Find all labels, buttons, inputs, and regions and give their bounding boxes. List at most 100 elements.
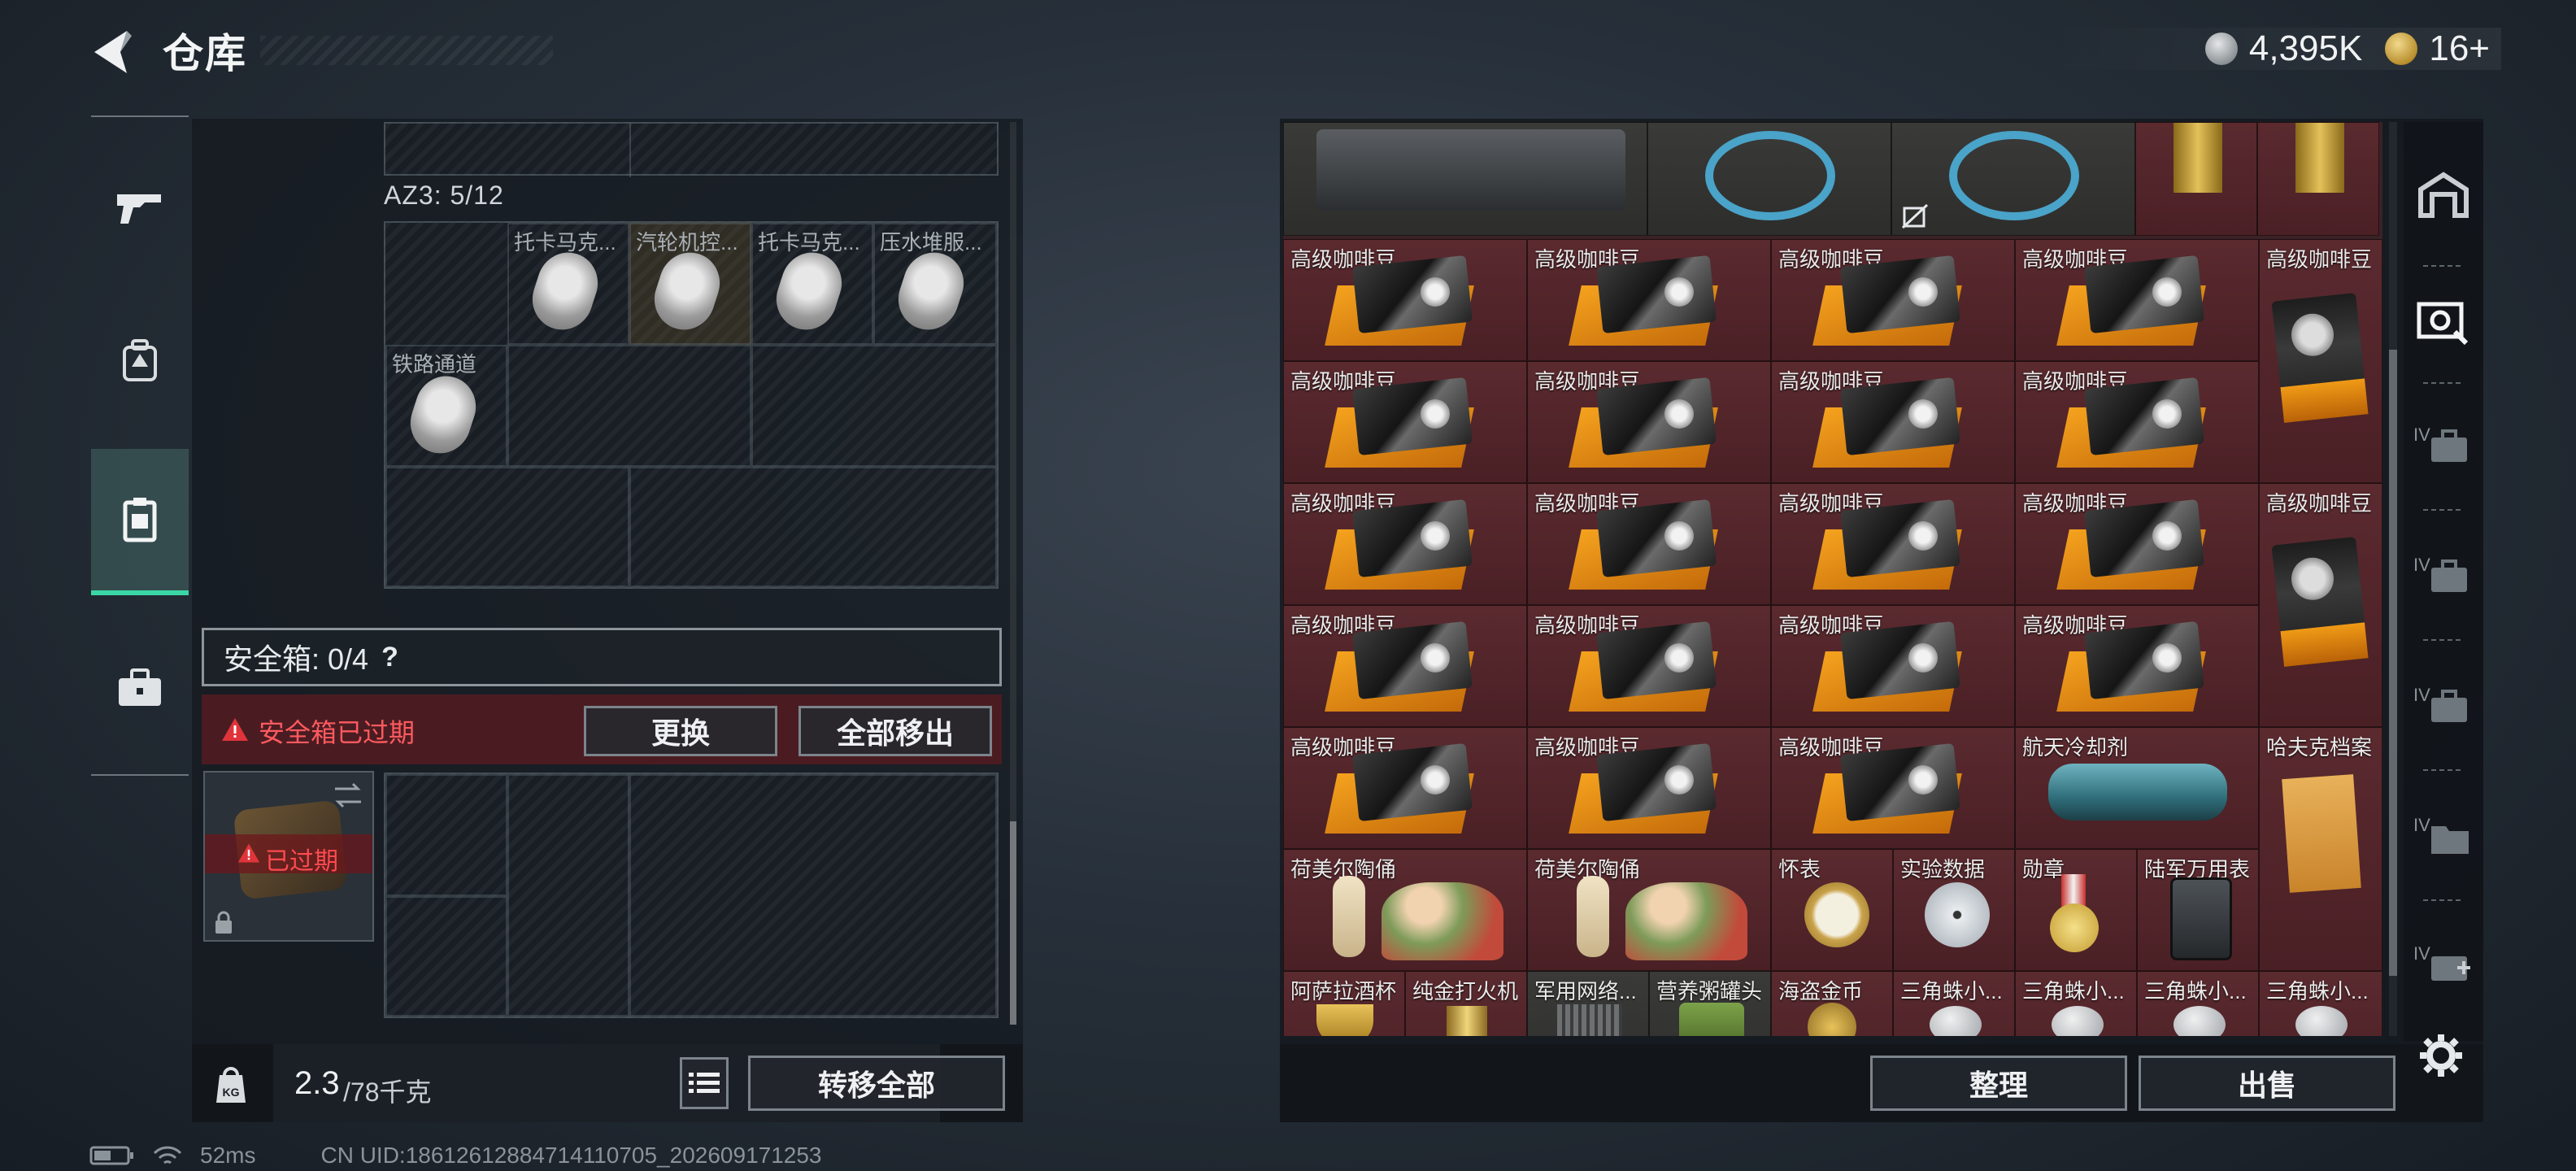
stash-item-coffee[interactable]: 高级咖啡豆 bbox=[1527, 239, 1771, 361]
stash-tab-1[interactable]: IV bbox=[2404, 390, 2483, 504]
stash-item-coffee[interactable]: 高级咖啡豆 bbox=[1771, 483, 2015, 605]
empty-slot[interactable] bbox=[751, 345, 997, 467]
stash-tab-search[interactable] bbox=[2404, 265, 2483, 379]
stash-item-coffee[interactable]: 高级咖啡豆 bbox=[1527, 727, 1771, 849]
stash-item-figurine[interactable]: 荷美尔陶俑 bbox=[1283, 849, 1527, 971]
stash-item-coffee[interactable]: 高级咖啡豆 bbox=[1771, 239, 2015, 361]
empty-slot[interactable] bbox=[507, 774, 629, 1016]
page-title: 仓库 bbox=[163, 31, 247, 76]
back-arrow-icon bbox=[94, 31, 132, 73]
stash-tab-3[interactable]: IV bbox=[2404, 651, 2483, 764]
stash-tab-add[interactable]: IV bbox=[2404, 909, 2483, 1023]
weight-icon: KG bbox=[216, 1067, 246, 1103]
stash-item[interactable] bbox=[2257, 122, 2379, 236]
stash-item-coffee[interactable]: 高级咖啡豆 bbox=[1527, 483, 1771, 605]
nav-container[interactable] bbox=[91, 449, 189, 595]
nav-equipment-case[interactable] bbox=[91, 615, 189, 761]
stash-item-coffee[interactable]: 高级咖啡豆 bbox=[2015, 361, 2259, 483]
stash-item-coffee[interactable]: 高级咖啡豆 bbox=[1527, 605, 1771, 727]
stash-item-coffee[interactable]: 高级咖啡豆 bbox=[1771, 727, 2015, 849]
folder-icon bbox=[2431, 826, 2469, 854]
stash-item-cup[interactable]: 阿萨拉酒杯 bbox=[1283, 971, 1405, 1036]
transfer-all-button[interactable]: 转移全部 bbox=[748, 1056, 1005, 1111]
empty-slot[interactable] bbox=[385, 467, 629, 587]
back-button[interactable] bbox=[88, 26, 137, 78]
stash-item-coffee[interactable]: 高级咖啡豆 bbox=[1283, 727, 1527, 849]
stash-item-coffee[interactable]: 高级咖啡豆 bbox=[1283, 361, 1527, 483]
stash-item-coffee[interactable]: 高级咖啡豆 bbox=[2259, 239, 2382, 483]
az3-item-slot[interactable]: 托卡马克... bbox=[751, 223, 873, 345]
stash-item-coolant[interactable]: 航天冷却剂 bbox=[2015, 727, 2259, 849]
sort-button[interactable]: 整理 bbox=[1870, 1056, 2127, 1111]
empty-slot[interactable] bbox=[385, 774, 507, 896]
list-icon bbox=[689, 1073, 720, 1093]
nav-weapons[interactable] bbox=[91, 133, 189, 280]
stash-item-lab-data[interactable]: 实验数据 bbox=[1893, 849, 2015, 971]
empty-slot[interactable] bbox=[629, 467, 997, 587]
stash-item-coffee[interactable]: 高级咖啡豆 bbox=[1771, 361, 2015, 483]
stash-item-coffee[interactable]: 高级咖啡豆 bbox=[1283, 239, 1527, 361]
swap-icon[interactable] bbox=[332, 781, 364, 810]
stash-item-coffee[interactable]: 高级咖啡豆 bbox=[1283, 605, 1527, 727]
az3-item-slot[interactable]: 铁路通道 bbox=[385, 345, 507, 467]
stash-item-lighter[interactable]: 纯金打火机 bbox=[1405, 971, 1527, 1036]
gold-triangle-coin-icon bbox=[2385, 33, 2418, 65]
stash-item[interactable] bbox=[1283, 122, 1647, 236]
stash-tab-4[interactable]: IV bbox=[2404, 781, 2483, 895]
sell-button[interactable]: 出售 bbox=[2139, 1056, 2395, 1111]
stash-tab-2[interactable]: IV bbox=[2404, 520, 2483, 634]
coffee-bean-icon bbox=[1812, 377, 1962, 472]
stash-item-multimeter[interactable]: 陆军万用表 bbox=[2137, 849, 2259, 971]
stash-item-triangle[interactable]: 三角蛛小... bbox=[2259, 971, 2382, 1036]
stash-item-file[interactable]: 哈夫克档案 bbox=[2259, 727, 2382, 971]
replace-button[interactable]: 更换 bbox=[584, 706, 777, 756]
right-bottom-bar: 整理 出售 bbox=[1280, 1044, 2483, 1122]
stash-item-can[interactable]: 营养粥罐头 bbox=[1649, 971, 1771, 1036]
az3-item-slot[interactable]: 汽轮机控... bbox=[629, 223, 751, 345]
stash-grid: 高级咖啡豆 高级咖啡豆 高级咖啡豆 高级咖啡豆 高级咖啡豆 高级咖啡豆 高级咖啡… bbox=[1283, 122, 2382, 1036]
left-scrollbar-thumb[interactable] bbox=[1010, 821, 1016, 1025]
empty-slot[interactable] bbox=[629, 774, 997, 1016]
stash-item-triangle[interactable]: 三角蛛小... bbox=[1893, 971, 2015, 1036]
coffee-bean-icon bbox=[1325, 620, 1474, 716]
expired-badge: 已过期 bbox=[265, 848, 338, 875]
lock-icon bbox=[215, 911, 232, 934]
stash-tab-main[interactable] bbox=[2404, 138, 2483, 252]
stash-item-coin[interactable]: 海盗金币 bbox=[1771, 971, 1893, 1036]
stash-item-triangle[interactable]: 三角蛛小... bbox=[2015, 971, 2137, 1036]
coffee-bean-icon bbox=[1325, 742, 1474, 838]
silver-coin-value: 4,395K bbox=[2248, 28, 2363, 68]
stash-item-medal[interactable]: 勋章 bbox=[2015, 849, 2137, 971]
stash-item-coffee[interactable]: 高级咖啡豆 bbox=[2015, 239, 2259, 361]
coffee-bean-icon bbox=[1325, 255, 1474, 350]
stash-item-coffee[interactable]: 高级咖啡豆 bbox=[1283, 483, 1527, 605]
stash-item-pocket-watch[interactable]: 怀表 bbox=[1771, 849, 1893, 971]
move-all-out-button[interactable]: 全部移出 bbox=[798, 706, 992, 756]
right-scrollbar-thumb[interactable] bbox=[2389, 350, 2397, 976]
az3-item-slot[interactable]: 压水堆服... bbox=[873, 223, 997, 345]
stash-item-coffee[interactable]: 高级咖啡豆 bbox=[1771, 605, 2015, 727]
stash-item-coffee[interactable]: 高级咖啡豆 bbox=[1527, 361, 1771, 483]
stash-item[interactable] bbox=[2135, 122, 2257, 236]
nav-backpack[interactable] bbox=[91, 288, 189, 434]
case-icon bbox=[2431, 690, 2467, 722]
az3-item-slot[interactable]: 托卡马克... bbox=[507, 223, 629, 345]
left-category-nav bbox=[91, 115, 189, 776]
stash-item-coffee[interactable]: 高级咖啡豆 bbox=[2259, 483, 2382, 727]
user-uid: CN UID:18612612884714110705_202609171253 bbox=[320, 1143, 822, 1168]
settings-button[interactable] bbox=[2417, 1031, 2465, 1080]
empty-slot[interactable] bbox=[507, 345, 751, 467]
stash-item[interactable] bbox=[1647, 122, 1891, 236]
disc-icon bbox=[1925, 882, 1990, 947]
stash-item-figurine[interactable]: 荷美尔陶俑 bbox=[1527, 849, 1771, 971]
list-view-button[interactable] bbox=[680, 1057, 729, 1109]
stash-item-triangle[interactable]: 三角蛛小... bbox=[2137, 971, 2259, 1036]
stash-item-network[interactable]: 军用网络... bbox=[1527, 971, 1649, 1036]
empty-slot[interactable] bbox=[385, 896, 507, 1016]
item-search-icon bbox=[2417, 302, 2469, 346]
stash-item-coffee[interactable]: 高级咖啡豆 bbox=[2015, 605, 2259, 727]
case-icon bbox=[2431, 559, 2467, 592]
safebox-slot[interactable]: 已过期 bbox=[203, 771, 374, 942]
stash-item-coffee[interactable]: 高级咖啡豆 bbox=[2015, 483, 2259, 605]
help-icon[interactable]: ? bbox=[381, 642, 398, 673]
